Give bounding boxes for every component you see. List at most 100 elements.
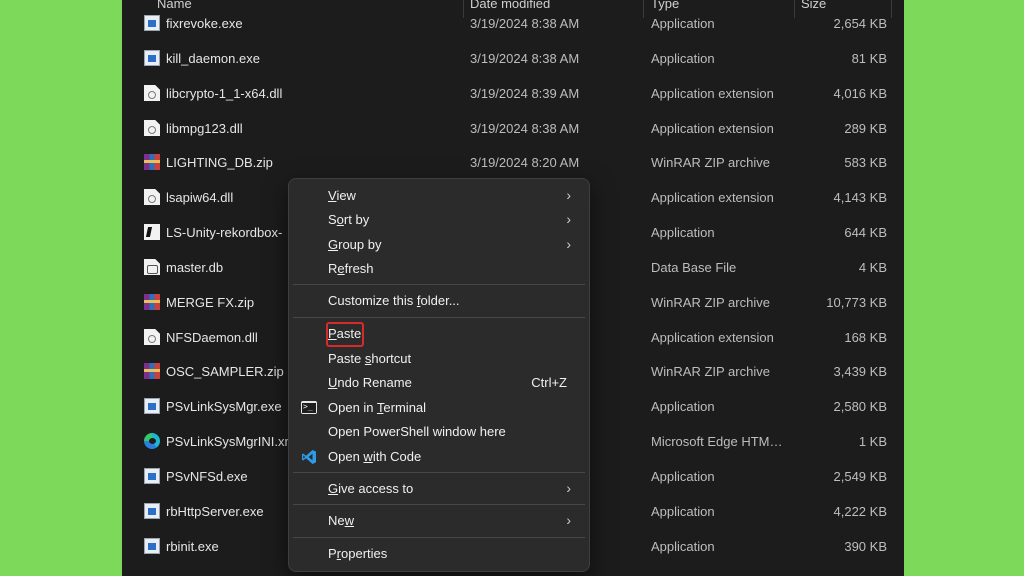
file-name: LIGHTING_DB.zip [166, 155, 273, 170]
menu-item-label: Refresh [328, 261, 374, 276]
dll-icon [144, 329, 160, 345]
menu-item-new[interactable]: New › [293, 509, 585, 533]
zip-icon [144, 363, 160, 379]
file-type: Application extension [651, 190, 774, 205]
file-size: 3,439 KB [833, 364, 888, 379]
file-row[interactable]: LIGHTING_DB.zip 3/19/2024 8:20 AM WinRAR… [122, 145, 904, 179]
file-type: WinRAR ZIP archive [651, 155, 770, 170]
file-name: kill_daemon.exe [166, 51, 260, 66]
file-type: WinRAR ZIP archive [651, 295, 770, 310]
file-name: PSvLinkSysMgrINI.xm [166, 434, 296, 449]
file-size: 4 KB [858, 260, 887, 275]
file-size: 289 KB [844, 121, 887, 136]
file-size: 644 KB [844, 225, 887, 240]
file-size: 2,654 KB [833, 16, 888, 31]
menu-item-label: Paste shortcut [328, 351, 412, 366]
db-icon [144, 259, 160, 275]
file-size: 10,773 KB [826, 295, 887, 310]
file-type: Application extension [651, 330, 774, 345]
menu-divider [293, 537, 585, 538]
dll-icon [144, 85, 160, 101]
menu-item-give-access[interactable]: Give access to › [293, 477, 585, 501]
file-size: 390 KB [844, 539, 887, 554]
dll-icon [144, 120, 160, 136]
chevron-right-icon: › [566, 236, 571, 252]
menu-item-view[interactable]: View › [293, 184, 585, 208]
file-type: Application [651, 51, 715, 66]
file-row[interactable]: kill_daemon.exe 3/19/2024 8:38 AM Applic… [122, 41, 904, 75]
file-type: Application [651, 504, 715, 519]
file-date: 3/19/2024 8:38 AM [470, 121, 580, 136]
file-type: Application [651, 469, 715, 484]
menu-item-open-powershell[interactable]: Open PowerShell window here [293, 420, 585, 444]
menu-item-group-by[interactable]: Group by › [293, 233, 585, 257]
file-name: MERGE FX.zip [166, 295, 255, 310]
menu-item-label: Group by [328, 237, 382, 252]
menu-item-label: Undo Rename [328, 375, 412, 390]
keyboard-shortcut: Ctrl+Z [531, 375, 567, 390]
file-name: PSvLinkSysMgr.exe [166, 399, 282, 414]
exe-icon [144, 50, 160, 66]
menu-item-sort-by[interactable]: Sort by › [293, 208, 585, 232]
exe-icon [144, 398, 160, 414]
file-date: 3/19/2024 8:38 AM [470, 16, 580, 31]
menu-item-customize-folder[interactable]: Customize this folder... [293, 289, 585, 313]
menu-divider [293, 504, 585, 505]
file-name: LS-Unity-rekordbox- [166, 225, 283, 240]
file-name: rbinit.exe [166, 539, 219, 554]
menu-item-label: Open PowerShell window here [328, 424, 506, 439]
exe-icon [144, 15, 160, 31]
file-row[interactable]: libcrypto-1_1-x64.dll 3/19/2024 8:39 AM … [122, 76, 904, 110]
file-row[interactable]: fixrevoke.exe 3/19/2024 8:38 AM Applicat… [122, 9, 904, 37]
file-size: 1 KB [858, 434, 887, 449]
unity-icon [144, 224, 160, 240]
menu-item-paste-shortcut[interactable]: Paste shortcut [293, 347, 585, 371]
chevron-right-icon: › [566, 211, 571, 227]
menu-item-label: New [328, 513, 355, 528]
file-date: 3/19/2024 8:38 AM [470, 51, 580, 66]
menu-item-label: Paste [328, 326, 362, 341]
file-row[interactable]: libmpg123.dll 3/19/2024 8:38 AM Applicat… [122, 111, 904, 145]
menu-item-open-in-terminal[interactable]: Open in Terminal [293, 396, 585, 420]
file-type: Application [651, 399, 715, 414]
exe-icon [144, 538, 160, 554]
file-name: libmpg123.dll [166, 121, 243, 136]
exe-icon [144, 468, 160, 484]
file-type: Application extension [651, 121, 774, 136]
chevron-right-icon: › [566, 480, 571, 496]
menu-item-properties[interactable]: Properties [293, 542, 585, 566]
menu-item-label: Customize this folder... [328, 293, 460, 308]
file-name: fixrevoke.exe [166, 16, 243, 31]
file-size: 2,580 KB [833, 399, 888, 414]
file-size: 583 KB [844, 155, 887, 170]
file-type: Application [651, 16, 715, 31]
menu-divider [293, 472, 585, 473]
vscode-icon [302, 450, 316, 464]
file-type: WinRAR ZIP archive [651, 364, 770, 379]
menu-item-open-with-code[interactable]: Open with Code [293, 445, 585, 469]
file-name: PSvNFSd.exe [166, 469, 248, 484]
file-name: rbHttpServer.exe [166, 504, 264, 519]
file-name: lsapiw64.dll [166, 190, 234, 205]
menu-item-label: Properties [328, 546, 388, 561]
menu-divider [293, 317, 585, 318]
file-type: Application extension [651, 86, 774, 101]
menu-divider [293, 284, 585, 285]
exe-icon [144, 503, 160, 519]
file-name: OSC_SAMPLER.zip [166, 364, 284, 379]
file-type: Microsoft Edge HTM… [651, 434, 783, 449]
menu-item-label: Open with Code [328, 449, 422, 464]
menu-item-refresh[interactable]: Refresh [293, 257, 585, 281]
file-type: Application [651, 225, 715, 240]
menu-item-label: Give access to [328, 481, 414, 496]
file-date: 3/19/2024 8:20 AM [470, 155, 580, 170]
chevron-right-icon: › [566, 512, 571, 528]
file-name: master.db [166, 260, 224, 275]
file-type: Data Base File [651, 260, 737, 275]
file-size: 4,222 KB [833, 504, 888, 519]
menu-item-undo-rename[interactable]: Undo Rename Ctrl+Z [293, 371, 585, 395]
menu-item-paste[interactable]: Paste [293, 322, 585, 347]
menu-item-label: Sort by [328, 212, 370, 227]
file-size: 168 KB [844, 330, 887, 345]
terminal-icon [301, 401, 317, 414]
